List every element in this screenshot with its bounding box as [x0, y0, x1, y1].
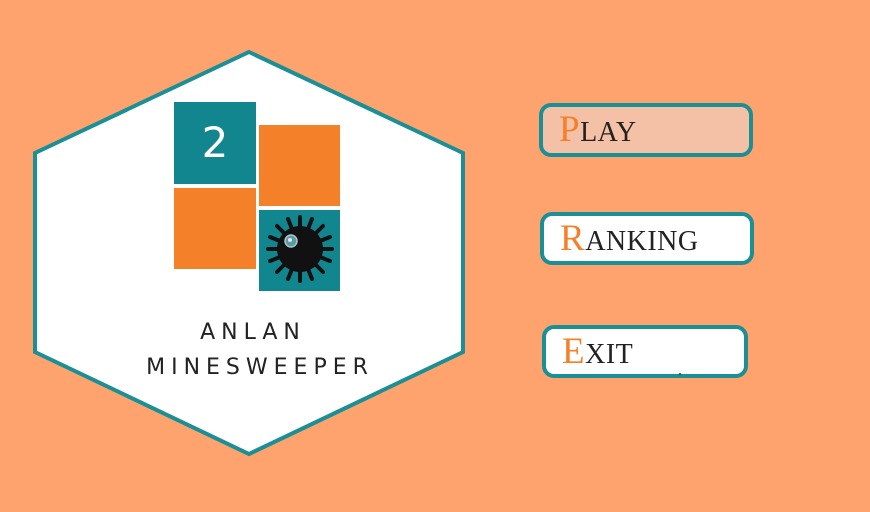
stray-dot: [679, 373, 681, 375]
tile-number-label: 2: [202, 118, 229, 167]
logo-title-line2: MINESWEEPER: [146, 355, 374, 380]
exit-initial: E: [562, 331, 586, 372]
ranking-label: RANKING: [560, 219, 699, 262]
play-initial: P: [559, 109, 581, 150]
logo-title-line1: ANLAN: [200, 320, 306, 345]
play-rest: LAY: [580, 117, 637, 148]
ranking-initial: R: [560, 218, 586, 259]
play-label: PLAY: [559, 110, 637, 153]
tile-orange-bottom-left: [174, 188, 256, 269]
play-button[interactable]: PLAY: [539, 103, 753, 157]
ranking-button[interactable]: RANKING: [540, 212, 754, 265]
exit-rest: XIT: [585, 339, 634, 370]
exit-button[interactable]: EXIT: [542, 325, 748, 378]
tile-orange-top-right: [259, 125, 340, 206]
mine-icon: [266, 215, 334, 283]
ranking-rest: ANKING: [585, 226, 699, 257]
exit-label: EXIT: [562, 332, 633, 375]
